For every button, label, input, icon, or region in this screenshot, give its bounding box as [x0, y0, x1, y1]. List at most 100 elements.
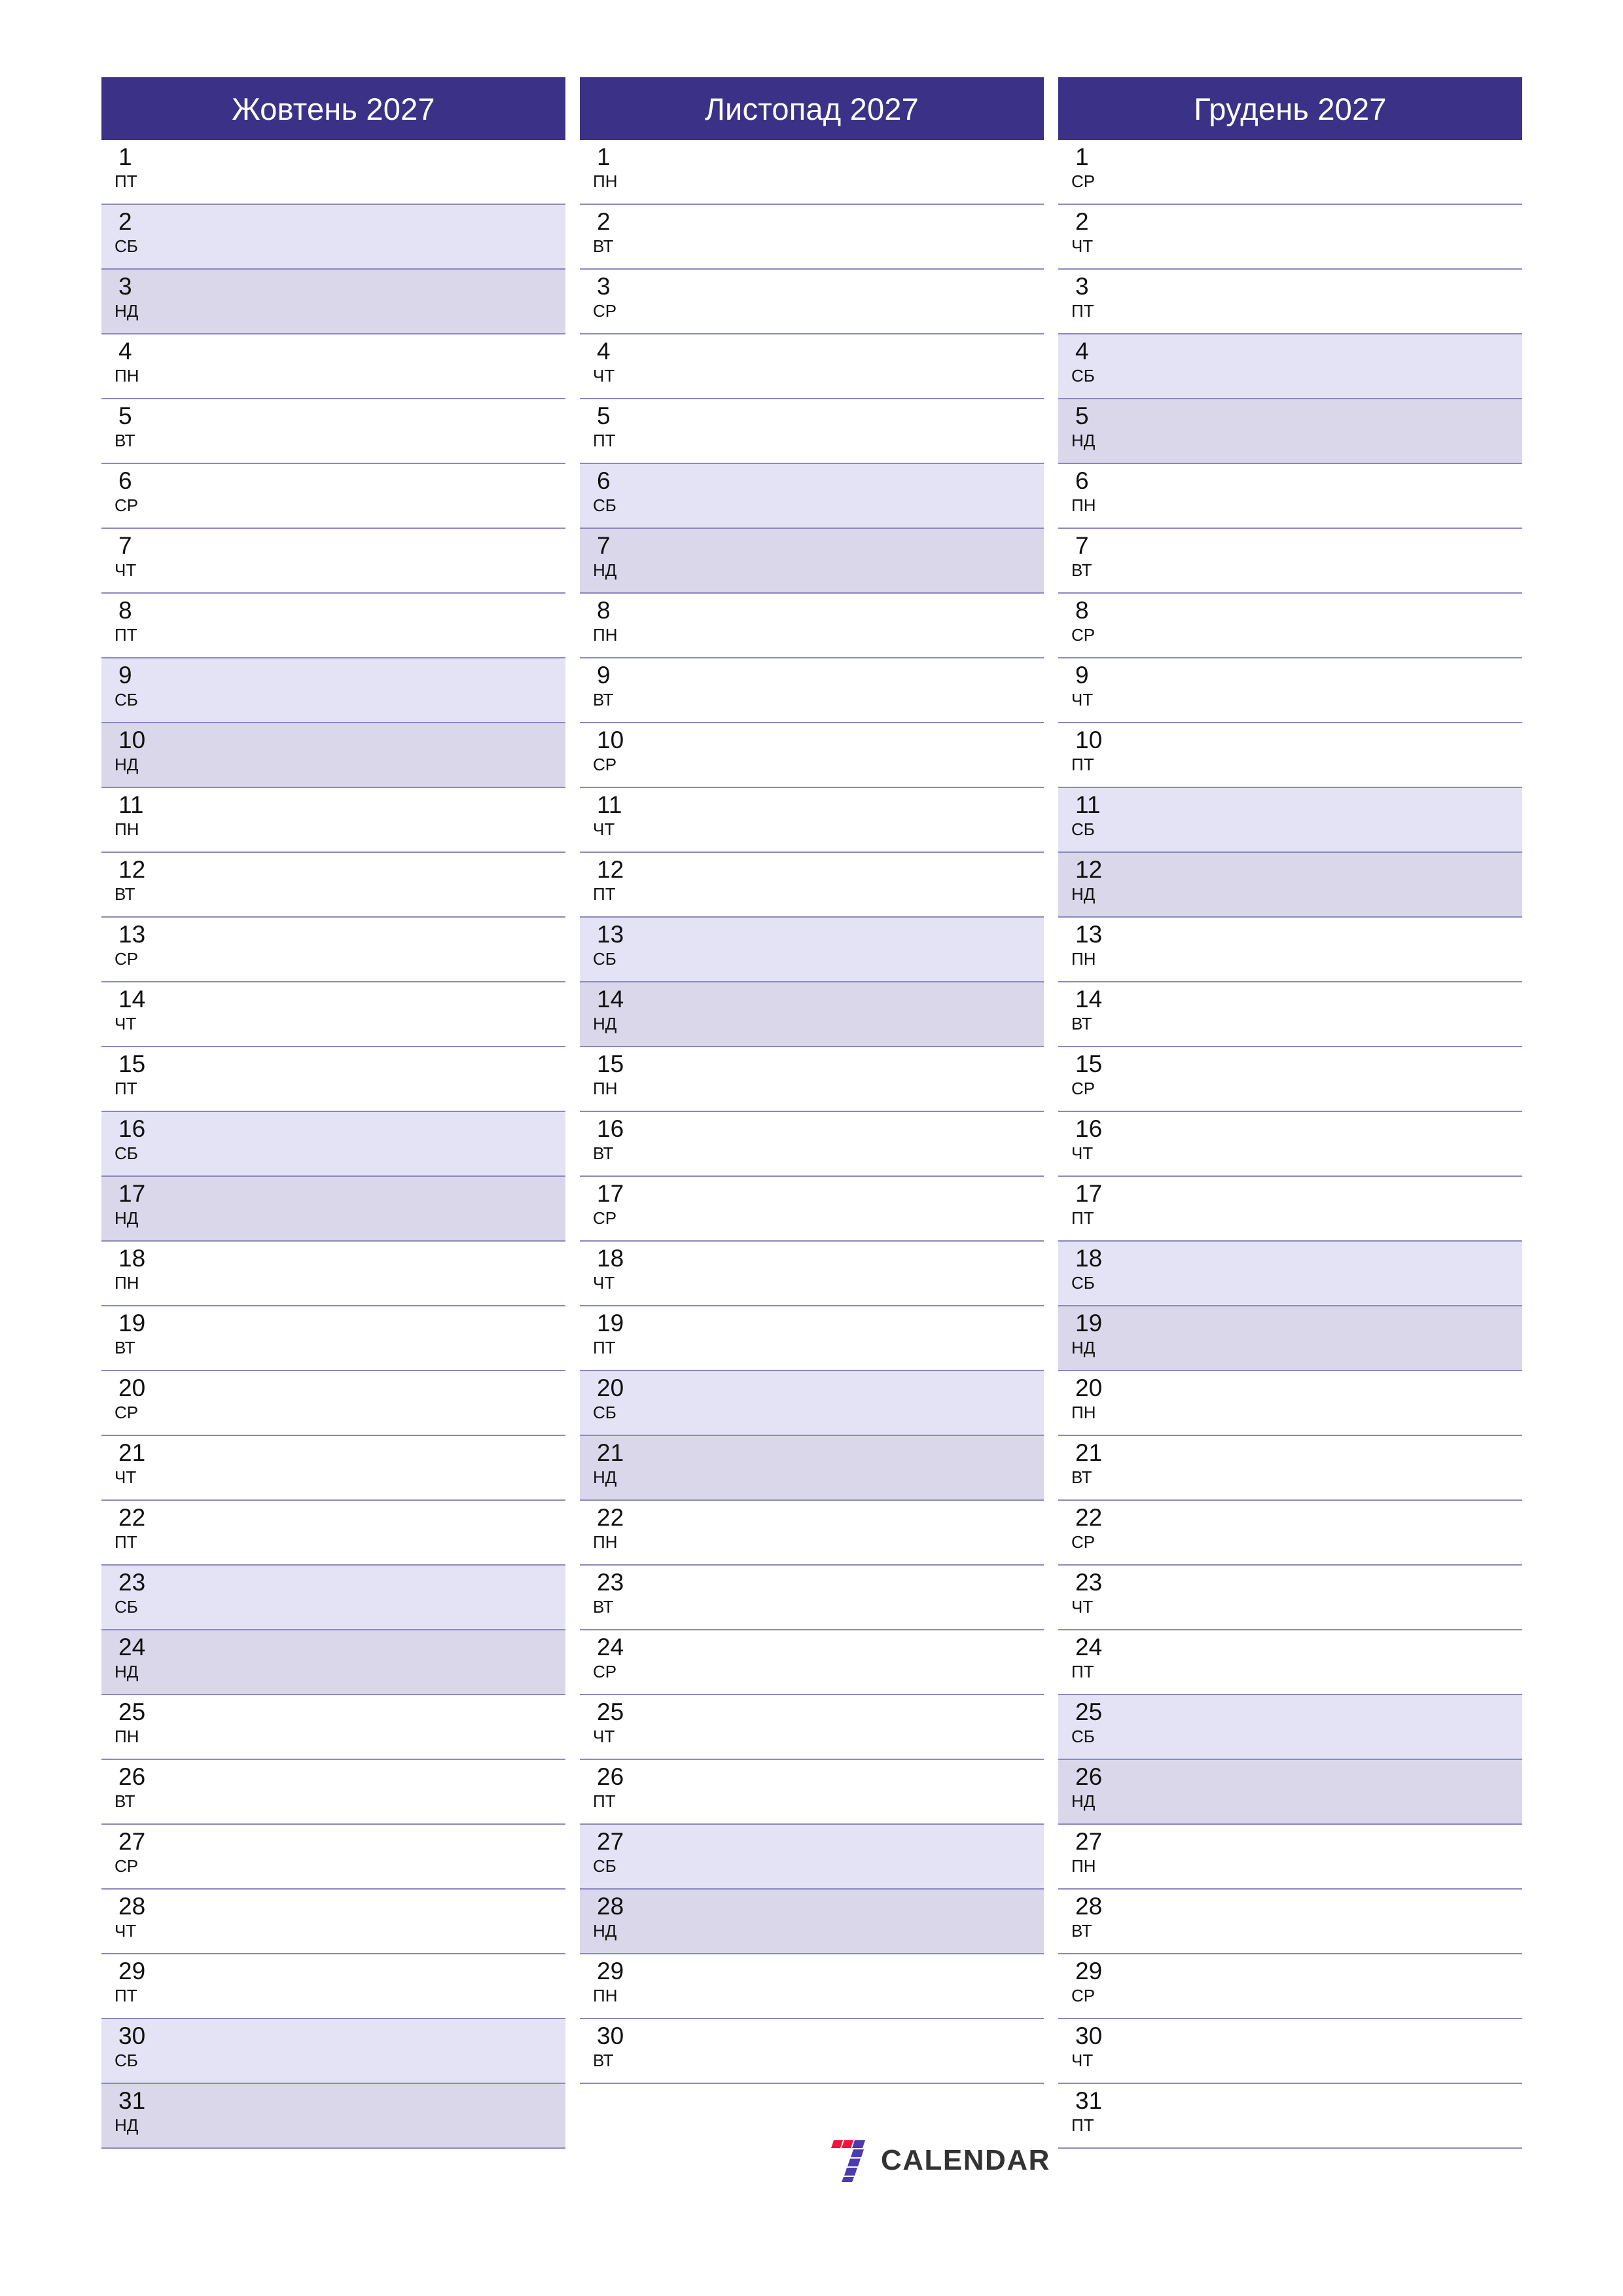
day-row[interactable]: 13 СБ	[580, 918, 1044, 982]
day-row[interactable]: 19 НД	[1058, 1306, 1522, 1371]
day-row[interactable]: 6 СР	[101, 464, 565, 529]
day-row[interactable]: 2 ВТ	[580, 205, 1044, 270]
day-row[interactable]: 21 ВТ	[1058, 1436, 1522, 1501]
day-row[interactable]: 7 ВТ	[1058, 529, 1522, 594]
day-weekday: СБ	[115, 2051, 138, 2070]
day-row[interactable]: 11 СБ	[1058, 788, 1522, 853]
day-row[interactable]: 17 ПТ	[1058, 1177, 1522, 1242]
day-row[interactable]: 4 СБ	[1058, 334, 1522, 399]
day-row[interactable]: 17 СР	[580, 1177, 1044, 1242]
day-row[interactable]: 14 ЧТ	[101, 982, 565, 1047]
day-row[interactable]: 21 ЧТ	[101, 1436, 565, 1501]
day-number: 20	[1075, 1374, 1103, 1401]
day-row[interactable]: 9 СБ	[101, 658, 565, 723]
day-row[interactable]: 22 ПН	[580, 1501, 1044, 1566]
day-row[interactable]: 15 ПН	[580, 1047, 1044, 1112]
day-row[interactable]: 7 НД	[580, 529, 1044, 594]
day-row[interactable]: 6 ПН	[1058, 464, 1522, 529]
day-row[interactable]: 18 ЧТ	[580, 1242, 1044, 1306]
day-row[interactable]: 3 ПТ	[1058, 270, 1522, 334]
day-row[interactable]: 31 НД	[101, 2084, 565, 2149]
day-row[interactable]: 23 ВТ	[580, 1566, 1044, 1630]
day-row[interactable]: 17 НД	[101, 1177, 565, 1242]
day-row[interactable]: 20 СР	[101, 1371, 565, 1436]
day-row[interactable]: 16 ВТ	[580, 1112, 1044, 1177]
day-row[interactable]: 4 ПН	[101, 334, 565, 399]
day-row[interactable]: 2 СБ	[101, 205, 565, 270]
day-row[interactable]: 3 НД	[101, 270, 565, 334]
day-row[interactable]: 28 ЧТ	[101, 1890, 565, 1954]
day-row[interactable]: 26 ВТ	[101, 1760, 565, 1825]
day-row[interactable]: 14 НД	[580, 982, 1044, 1047]
day-row[interactable]: 22 ПТ	[101, 1501, 565, 1566]
day-row[interactable]: 15 ПТ	[101, 1047, 565, 1112]
day-row[interactable]: 27 ПН	[1058, 1825, 1522, 1890]
day-row[interactable]: 30 ВТ	[580, 2019, 1044, 2084]
day-row[interactable]: 16 ЧТ	[1058, 1112, 1522, 1177]
day-row[interactable]: 18 СБ	[1058, 1242, 1522, 1306]
day-row[interactable]: 9 ВТ	[580, 658, 1044, 723]
day-row[interactable]: 27 СБ	[580, 1825, 1044, 1890]
day-row[interactable]: 19 ВТ	[101, 1306, 565, 1371]
day-row[interactable]: 10 НД	[101, 723, 565, 788]
day-row[interactable]: 5 ПТ	[580, 399, 1044, 464]
day-number: 5	[1075, 403, 1089, 429]
day-row[interactable]: 30 СБ	[101, 2019, 565, 2084]
day-row[interactable]: 16 СБ	[101, 1112, 565, 1177]
day-row[interactable]: 25 ЧТ	[580, 1695, 1044, 1760]
day-row[interactable]: 3 СР	[580, 270, 1044, 334]
day-row[interactable]: 31 ПТ	[1058, 2084, 1522, 2149]
day-row[interactable]: 8 СР	[1058, 594, 1522, 658]
day-row[interactable]: 12 НД	[1058, 853, 1522, 918]
day-row[interactable]: 24 НД	[101, 1630, 565, 1695]
day-row[interactable]: 13 СР	[101, 918, 565, 982]
day-row[interactable]: 10 ПТ	[1058, 723, 1522, 788]
day-row[interactable]: 23 ЧТ	[1058, 1566, 1522, 1630]
day-row[interactable]: 29 ПН	[580, 1954, 1044, 2019]
day-number: 13	[1075, 921, 1103, 948]
day-row[interactable]: 1 СР	[1058, 140, 1522, 205]
day-row[interactable]: 28 ВТ	[1058, 1890, 1522, 1954]
day-row[interactable]: 10 СР	[580, 723, 1044, 788]
day-row[interactable]: 5 ВТ	[101, 399, 565, 464]
day-row[interactable]: 26 ПТ	[580, 1760, 1044, 1825]
day-row[interactable]: 18 ПН	[101, 1242, 565, 1306]
day-row[interactable]: 20 СБ	[580, 1371, 1044, 1436]
day-row[interactable]: 15 СР	[1058, 1047, 1522, 1112]
month-title: Жовтень 2027	[101, 77, 565, 140]
day-row[interactable]: 7 ЧТ	[101, 529, 565, 594]
day-row[interactable]: 12 ВТ	[101, 853, 565, 918]
day-row[interactable]: 24 ПТ	[1058, 1630, 1522, 1695]
day-row[interactable]: 12 ПТ	[580, 853, 1044, 918]
day-row[interactable]: 9 ЧТ	[1058, 658, 1522, 723]
day-weekday: ЧТ	[593, 1273, 615, 1293]
day-row[interactable]: 2 ЧТ	[1058, 205, 1522, 270]
day-row[interactable]: 1 ПТ	[101, 140, 565, 205]
day-row[interactable]: 30 ЧТ	[1058, 2019, 1522, 2084]
day-row[interactable]: 25 ПН	[101, 1695, 565, 1760]
day-row[interactable]: 25 СБ	[1058, 1695, 1522, 1760]
day-row[interactable]: 8 ПТ	[101, 594, 565, 658]
day-row[interactable]: 23 СБ	[101, 1566, 565, 1630]
day-weekday: СР	[593, 301, 617, 321]
day-row[interactable]: 29 СР	[1058, 1954, 1522, 2019]
day-row[interactable]: 28 НД	[580, 1890, 1044, 1954]
day-row[interactable]: 14 ВТ	[1058, 982, 1522, 1047]
day-row[interactable]: 1 ПН	[580, 140, 1044, 205]
day-row[interactable]: 24 СР	[580, 1630, 1044, 1695]
day-row[interactable]: 13 ПН	[1058, 918, 1522, 982]
day-row[interactable]: 11 ПН	[101, 788, 565, 853]
day-row[interactable]: 21 НД	[580, 1436, 1044, 1501]
day-row[interactable]: 5 НД	[1058, 399, 1522, 464]
day-row[interactable]: 29 ПТ	[101, 1954, 565, 2019]
day-row[interactable]: 26 НД	[1058, 1760, 1522, 1825]
day-row[interactable]: 11 ЧТ	[580, 788, 1044, 853]
day-row[interactable]: 8 ПН	[580, 594, 1044, 658]
day-row[interactable]: 22 СР	[1058, 1501, 1522, 1566]
day-number: 2	[118, 208, 132, 235]
day-row[interactable]: 6 СБ	[580, 464, 1044, 529]
day-row[interactable]: 4 ЧТ	[580, 334, 1044, 399]
day-row[interactable]: 20 ПН	[1058, 1371, 1522, 1436]
day-row[interactable]: 27 СР	[101, 1825, 565, 1890]
day-row[interactable]: 19 ПТ	[580, 1306, 1044, 1371]
